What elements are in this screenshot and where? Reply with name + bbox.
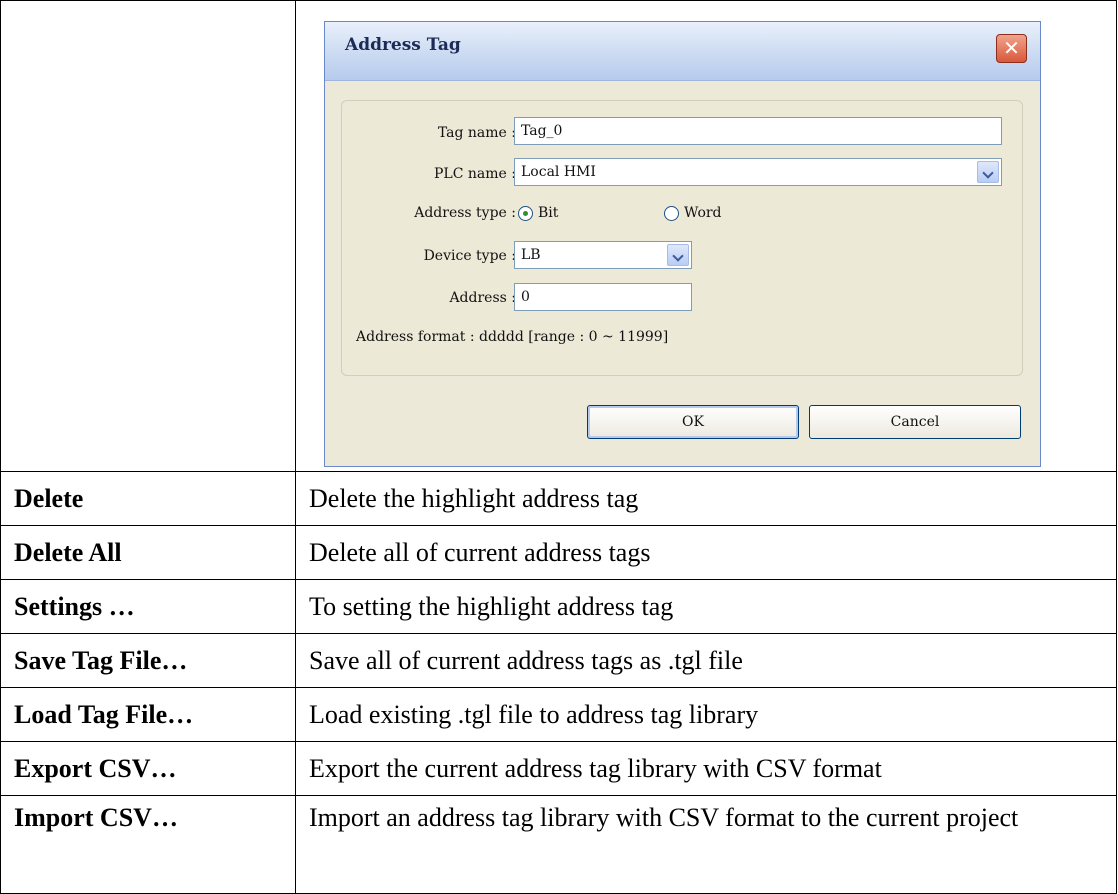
row-desc: Delete the highlight address tag — [295, 471, 1117, 526]
device-type-value: LB — [521, 247, 541, 263]
plc-name-select[interactable]: Local HMI — [514, 158, 1002, 186]
address-type-bit-label: Bit — [538, 205, 559, 221]
screenshot-left-cell — [0, 0, 296, 472]
address-label: Address : — [449, 290, 516, 306]
row-desc: Export the current address tag library w… — [295, 741, 1117, 796]
row-key: Save Tag File… — [0, 633, 296, 688]
address-input[interactable]: 0 — [514, 283, 692, 311]
row-desc: Delete all of current address tags — [295, 525, 1117, 580]
close-icon[interactable]: ✕ — [996, 34, 1027, 63]
address-type-bit-radio[interactable] — [518, 206, 533, 221]
address-tag-dialog: Address Tag ✕ Tag name : Tag_0 PLC name … — [324, 21, 1041, 467]
row-key: Load Tag File… — [0, 687, 296, 742]
plc-name-value: Local HMI — [521, 164, 596, 180]
row-desc: Save all of current address tags as .tgl… — [295, 633, 1117, 688]
tag-name-label: Tag name : — [437, 125, 516, 141]
tag-name-input[interactable]: Tag_0 — [514, 117, 1002, 145]
row-desc: To setting the highlight address tag — [295, 579, 1117, 634]
row-key: Settings … — [0, 579, 296, 634]
cancel-button[interactable]: Cancel — [809, 405, 1021, 439]
plc-name-label: PLC name : — [434, 166, 516, 182]
address-type-label: Address type : — [414, 205, 516, 221]
dialog-title: Address Tag — [345, 35, 461, 55]
settings-panel: Tag name : Tag_0 PLC name : Local HMI Ad… — [341, 100, 1023, 376]
row-key: Export CSV… — [0, 741, 296, 796]
row-desc: Load existing .tgl file to address tag l… — [295, 687, 1117, 742]
address-type-word-radio[interactable] — [664, 206, 679, 221]
address-format-text: Address format : ddddd [range : 0 ~ 1199… — [356, 329, 669, 345]
address-type-word-label: Word — [684, 205, 722, 221]
dialog-titlebar[interactable]: Address Tag ✕ — [325, 22, 1040, 81]
row-key: Delete All — [0, 525, 296, 580]
ok-button[interactable]: OK — [587, 405, 799, 439]
device-type-label: Device type : — [423, 248, 516, 264]
chevron-down-icon[interactable] — [667, 244, 689, 266]
row-key: Delete — [0, 471, 296, 526]
device-type-select[interactable]: LB — [514, 241, 692, 269]
chevron-down-icon[interactable] — [977, 161, 999, 183]
